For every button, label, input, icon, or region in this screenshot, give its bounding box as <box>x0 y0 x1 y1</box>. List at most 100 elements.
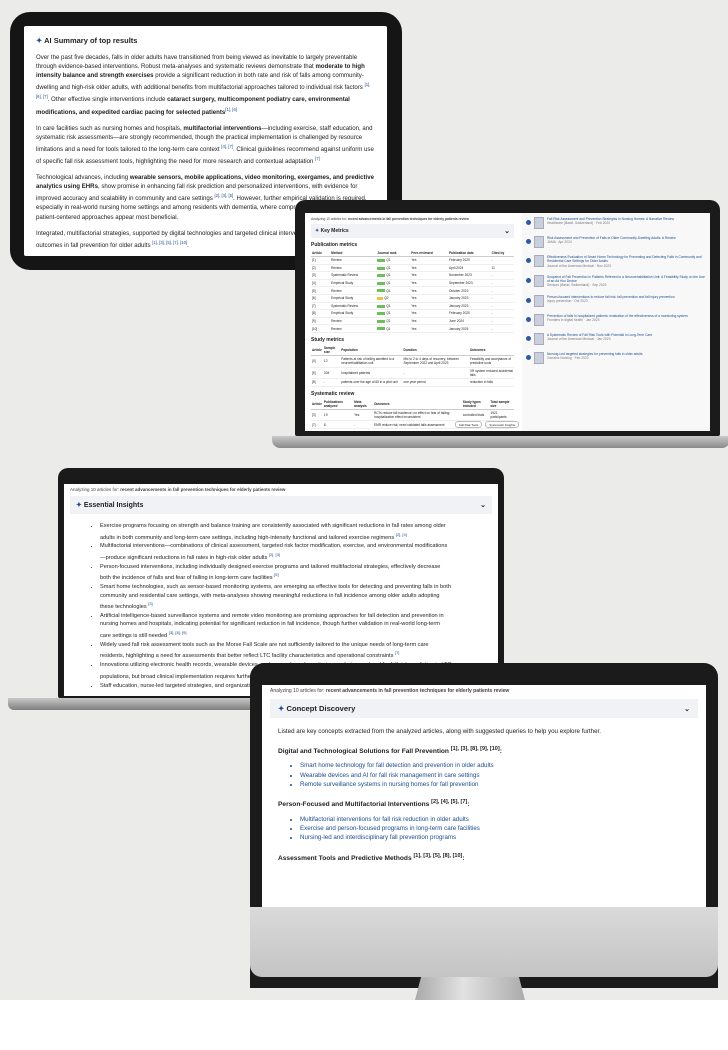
concept-discovery-header[interactable]: ✦ Concept Discovery ⌄ <box>270 699 698 718</box>
suggested-query-link[interactable]: Nursing-led and interdisciplinary fall p… <box>300 833 698 842</box>
reference-meta: Journal of the American Medical · Jan 20… <box>547 337 611 342</box>
sparkle-icon: ✦ <box>36 36 43 45</box>
chevron-down-icon[interactable]: ⌄ <box>684 705 690 713</box>
table-cell: Empirical Study <box>330 309 377 318</box>
reference-title[interactable]: Effectiveness Evaluation of Smart Home T… <box>547 255 706 264</box>
reference-card[interactable]: Effectiveness Evaluation of Smart Home T… <box>526 255 706 268</box>
reference-thumbnail <box>534 217 544 229</box>
table-cell: Q1 <box>376 309 411 318</box>
citation-link[interactable]: [7] <box>315 156 320 161</box>
concept-query-list: Multifactorial interventions for fall ri… <box>270 815 698 843</box>
citation-link[interactable]: [1], [3], [8], [9], [10] <box>451 746 500 752</box>
suggestion-button[interactable]: Fall Risk Tools <box>455 421 483 428</box>
reference-card[interactable]: Risk Assessment and Prevention of Falls … <box>526 236 706 248</box>
desktop-screen: Analyzing 10 articles for: recent advanc… <box>262 685 706 907</box>
suggested-query-link[interactable]: Multifactorial interventions for fall ri… <box>300 815 698 824</box>
table-cell: November 2023 <box>448 271 491 280</box>
reference-card[interactable]: Prevention of falls in hospitalized pati… <box>526 313 706 326</box>
chevron-down-icon[interactable]: ⌄ <box>480 501 486 509</box>
reference-number-badge <box>526 277 531 283</box>
desktop-chin <box>250 907 718 977</box>
citation-link[interactable]: [1], [3], [5], [7], [10] <box>152 240 187 245</box>
table-row: [10] Review Q1 Yes January 2025- <box>311 324 514 333</box>
reference-meta: JAMA · Apr 2024 <box>547 240 572 245</box>
summary-emphasis: wearable sensors, mobile applications, v… <box>36 174 375 191</box>
rank-label: Q1 <box>385 303 391 308</box>
table-cell: [6] <box>311 294 331 303</box>
reference-text: Fall Risk Assessment and Prevention Stra… <box>547 217 674 226</box>
citation-link[interactable]: [1], [3], [5], [8], [10] <box>413 853 462 859</box>
reference-card[interactable]: Fall Risk Assessment and Prevention Stra… <box>526 217 706 229</box>
table-cell: 304 <box>322 367 341 380</box>
citation-link[interactable]: [2], [3], [5] <box>215 193 234 198</box>
concept-group-title: Assessment Tools and Predictive Methods … <box>278 852 465 862</box>
table-row: [1] Review Q1 Yes February 2020- <box>311 256 514 265</box>
table-cell: Q1 <box>376 264 411 273</box>
citation-link[interactable]: [4], [7] <box>221 144 233 149</box>
table-row: [2] Review Q1 Yes April 2024 11 <box>311 264 514 273</box>
reference-title[interactable]: Snapshot of Fall Prevention in Patients … <box>547 275 706 284</box>
suggested-query-link[interactable]: Exercise and person-focused programs in … <box>300 824 698 833</box>
table-cell: - <box>490 279 514 288</box>
table-header-cell: Study types included <box>461 398 490 410</box>
summary-emphasis: cataract surgery, multicomponent podiatr… <box>36 96 350 116</box>
reference-card[interactable]: Person-focused interventions to reduce f… <box>526 294 706 307</box>
reference-meta: Geriatric Nursing · Feb 2020 <box>547 356 589 361</box>
laptop-metrics-screen: Analyzing 10 articles for: recent advanc… <box>305 213 710 431</box>
table-cell: [9] <box>311 317 331 326</box>
reference-card[interactable]: Nursing-Led targeted strategies for prev… <box>526 351 706 364</box>
insight-item: Person-focused interventions, including … <box>100 563 452 583</box>
table-cell: VR system reduced accidental falls <box>468 367 514 380</box>
table-cell: Patients at risk of falling admitted to … <box>340 355 403 368</box>
citation-link[interactable]: [2], [4] <box>396 532 407 537</box>
insight-item: Artificial intelligence-based surveillan… <box>100 612 452 640</box>
table-cell: - <box>490 271 514 280</box>
table-cell: [7] <box>311 302 331 311</box>
laptop-metrics-device: Analyzing 10 articles for: recent advanc… <box>295 200 720 436</box>
table-header-cell: Outcomes <box>468 344 514 356</box>
summary-paragraph: In care facilities such as nursing homes… <box>36 124 374 165</box>
citation-link[interactable]: [1], [6] <box>225 107 237 112</box>
reference-meta: Sensors (Basel, Switzerland) · Sep 2023 <box>547 283 607 288</box>
table-cell: [1] <box>311 256 331 265</box>
table-cell: 1921 participants <box>489 409 514 422</box>
concept-group-title: Digital and Technological Solutions for … <box>278 746 502 756</box>
citation-link[interactable]: [3] <box>148 601 152 606</box>
reference-number-badge <box>526 239 531 244</box>
table-cell: 12 <box>322 355 341 368</box>
reference-card[interactable]: Snapshot of Fall Prevention in Patients … <box>526 274 706 288</box>
suggested-query-link[interactable]: Remote surveillance systems in nursing h… <box>300 780 698 789</box>
citation-link[interactable]: [3], [8], [9] <box>169 630 187 635</box>
suggestion-button[interactable]: Systematic Insights <box>485 421 520 428</box>
citation-link[interactable]: [5] <box>274 572 278 577</box>
table-header-cell: Population <box>340 344 403 356</box>
table-header-cell: Outcomes <box>372 398 462 410</box>
citation-link[interactable]: [7] <box>395 650 399 655</box>
table-cell: Review <box>330 256 377 265</box>
table-header-cell: Article <box>311 398 323 410</box>
rank-label: Q1 <box>385 288 391 293</box>
table-cell: [2] <box>311 264 331 273</box>
reference-card[interactable]: A Systematic Review of Fall Risk Tools w… <box>526 332 706 345</box>
chevron-down-icon[interactable]: ⌄ <box>504 227 510 235</box>
table-cell: Q1 <box>376 317 411 326</box>
table-cell: October 2023 <box>448 286 491 295</box>
suggested-query-link[interactable]: Wearable devices and AI for fall risk ma… <box>300 771 698 780</box>
citation-link[interactable]: [2], [4], [5], [7] <box>431 799 467 805</box>
table-cell: - <box>490 286 514 295</box>
table-cell: Mix to 2 to 4 days of recovery; between … <box>402 355 469 368</box>
metrics-panel: Analyzing 10 articles for: recent advanc… <box>305 213 520 431</box>
table-cell: [8] <box>311 309 331 318</box>
citation-link[interactable]: [2], [3] <box>269 552 280 557</box>
reference-thumbnail <box>534 351 544 364</box>
table-row: [3] 19 Yes RCTs reduce fall incidence; no e… <box>311 409 514 422</box>
table-cell: Yes <box>410 309 449 318</box>
essential-insights-header[interactable]: ✦ Essential Insights ⌄ <box>70 496 492 514</box>
reference-number-badge <box>526 297 531 303</box>
table-header-cell: Article <box>311 344 323 356</box>
key-metrics-header[interactable]: ✦ Key Metrics ⌄ <box>311 224 514 238</box>
table-row: [9] Review Q1 Yes June 2024- <box>311 317 514 326</box>
table-row: [6] Empirical Study Q2 Yes January 2023- <box>311 294 514 303</box>
suggested-query-link[interactable]: Smart home technology for fall detection… <box>300 761 698 770</box>
table-header-cell: Meta analysis <box>353 398 373 410</box>
